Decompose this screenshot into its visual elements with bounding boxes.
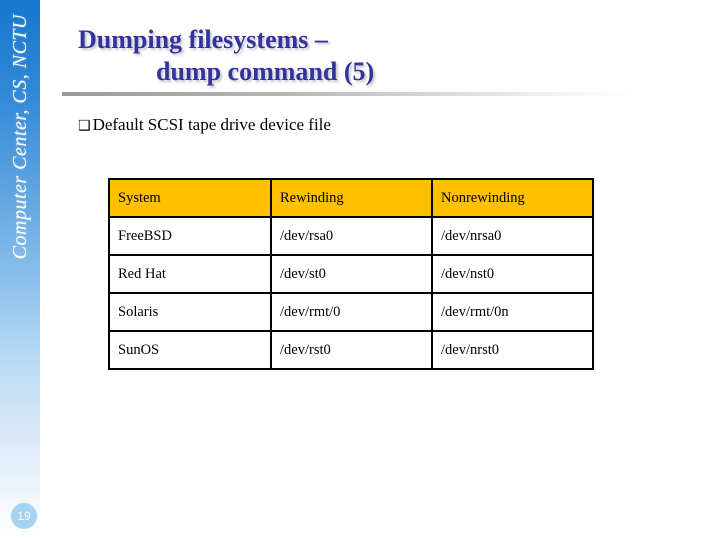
tape-device-table: System Rewinding Nonrewinding FreeBSD /d… bbox=[108, 178, 594, 370]
cell-nonrewinding: /dev/nrsa0 bbox=[431, 216, 594, 256]
bullet-item: ❑ Default SCSI tape drive device file bbox=[78, 115, 331, 135]
page-title-line-1: Dumping filesystems – bbox=[78, 25, 328, 54]
square-bullet-icon: ❑ bbox=[78, 118, 91, 134]
page-title: Dumping filesystems – dump command (5) bbox=[78, 24, 638, 88]
sidebar-gradient-bar: Computer Center, CS, NCTU bbox=[0, 0, 40, 540]
table-row: Solaris /dev/rmt/0 /dev/rmt/0n bbox=[108, 292, 594, 332]
title-underline-rule bbox=[62, 92, 632, 96]
bullet-item-label: Default SCSI tape drive device file bbox=[92, 115, 331, 134]
cell-nonrewinding: /dev/nrst0 bbox=[431, 330, 594, 370]
page-number-badge: 19 bbox=[11, 503, 37, 529]
cell-system: FreeBSD bbox=[108, 216, 272, 256]
cell-rewinding: /dev/st0 bbox=[270, 254, 433, 294]
slide-canvas: Computer Center, CS, NCTU 19 Dumping fil… bbox=[0, 0, 720, 540]
table-header-row: System Rewinding Nonrewinding bbox=[108, 178, 594, 218]
cell-system: SunOS bbox=[108, 330, 272, 370]
table-row: FreeBSD /dev/rsa0 /dev/nrsa0 bbox=[108, 216, 594, 256]
page-number-text: 19 bbox=[17, 509, 31, 523]
cell-system: Solaris bbox=[108, 292, 272, 332]
table-header-nonrewinding: Nonrewinding bbox=[431, 178, 594, 218]
sidebar-vertical-label: Computer Center, CS, NCTU bbox=[8, 14, 31, 260]
table-row: Red Hat /dev/st0 /dev/nst0 bbox=[108, 254, 594, 294]
cell-rewinding: /dev/rsa0 bbox=[270, 216, 433, 256]
table-row: SunOS /dev/rst0 /dev/nrst0 bbox=[108, 330, 594, 370]
cell-nonrewinding: /dev/rmt/0n bbox=[431, 292, 594, 332]
table-header-rewinding: Rewinding bbox=[270, 178, 433, 218]
cell-system: Red Hat bbox=[108, 254, 272, 294]
cell-rewinding: /dev/rmt/0 bbox=[270, 292, 433, 332]
cell-nonrewinding: /dev/nst0 bbox=[431, 254, 594, 294]
cell-rewinding: /dev/rst0 bbox=[270, 330, 433, 370]
table-header-system: System bbox=[108, 178, 272, 218]
page-title-line-2: dump command (5) bbox=[156, 57, 375, 86]
